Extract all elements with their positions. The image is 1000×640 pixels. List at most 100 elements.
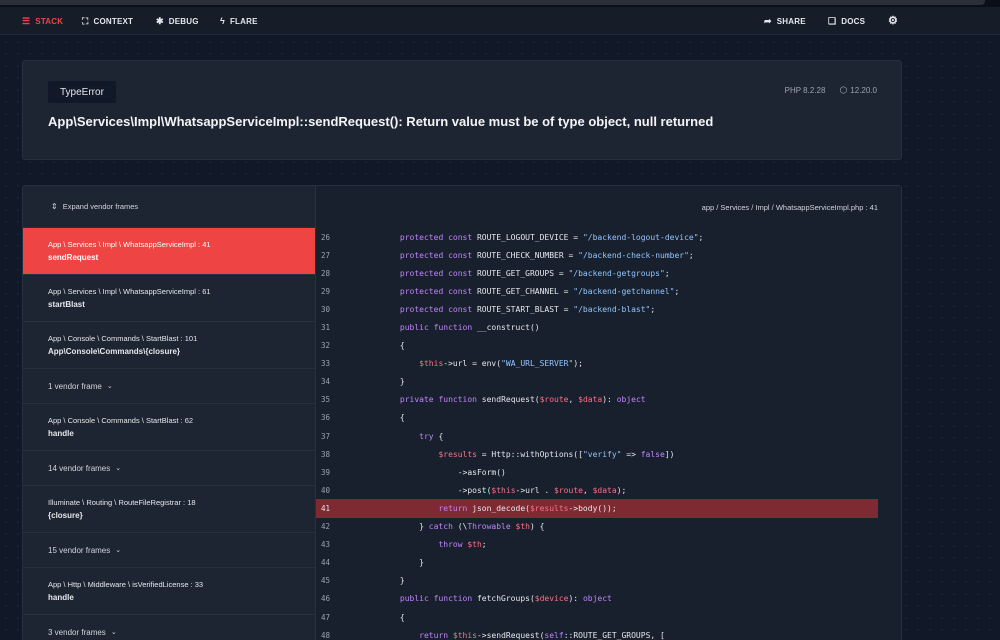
vendor-frames-toggle[interactable]: 3 vendor frames ⌄ [23,615,315,640]
stack-frame[interactable]: Illuminate \ Routing \ RouteFileRegistra… [23,486,315,533]
line-code: protected const ROUTE_GET_GROUPS = "/bac… [371,269,670,278]
code-token: ->body()); [568,503,617,513]
settings-button[interactable]: ⚙ [888,7,898,35]
code-token: private function [399,395,482,405]
book-icon: ❏ [828,15,837,26]
code-token: ROUTE_GET_CHANNEL = [476,286,574,296]
code-token: ; [481,540,487,550]
laravel-version: 12.20.0 [850,86,877,95]
code-token: protected const [399,268,477,278]
frame-path: App \ Http \ Middleware \ isVerifiedLice… [48,580,204,589]
code-token: "verify" [582,449,622,459]
code-viewer: app / Services / Impl / WhatsappServiceI… [316,186,901,640]
line-number: 30 [321,304,331,314]
code-token: false [640,449,665,459]
line-number: 35 [321,395,331,405]
frame-function: {closure} [48,511,83,520]
line-number: 41 [321,503,331,513]
line-code: protected const ROUTE_LOGOUT_DEVICE = "/… [371,233,703,242]
line-number: 38 [321,449,331,459]
code-token: throw [438,540,468,550]
line-code: public function __construct() [371,323,540,332]
stack-frame[interactable]: App \ Http \ Middleware \ isVerifiedLice… [23,568,315,615]
code-token: protected const [399,250,477,260]
code-token: json_decode( [472,503,530,513]
line-number: 36 [321,413,331,423]
vendor-frames-toggle[interactable]: 15 vendor frames ⌄ [23,533,315,568]
nav-share-label: SHARE [776,16,806,26]
expand-vendor-frames-button[interactable]: ⇕ Expand vendor frames [23,186,315,228]
code-token: $this [452,630,477,640]
code-token: , [568,395,579,405]
code-token: sendRequest( [481,395,540,405]
code-token: try [419,431,439,441]
line-code: { [371,341,405,350]
code-token: Throwable [467,522,516,532]
nav-docs[interactable]: ❏ DOCS [828,7,865,35]
vendor-frames-label: 3 vendor frames [48,627,106,637]
code-token: ; [664,268,670,278]
code-token: "/backend-blast" [573,304,651,314]
code-token: = Http::withOptions([ [476,449,583,459]
nav-debug-label: DEBUG [168,16,199,26]
stack-frame[interactable]: App \ Console \ Commands \ StartBlast : … [23,322,315,369]
line-code: $this->url = env("WA_URL_SERVER"); [371,359,583,368]
line-number: 45 [321,576,331,586]
bug-icon: ✱ [156,15,164,26]
stack-frame[interactable]: App \ Console \ Commands \ StartBlast : … [23,404,315,451]
nav-context[interactable]: ⛶ CONTEXT [82,7,133,35]
nav-debug[interactable]: ✱ DEBUG [156,7,199,35]
nav-context-label: CONTEXT [93,16,134,26]
frame-function: App\Console\Commands\{closure} [48,347,181,356]
code-token: $th [515,522,530,532]
code-line: 31 public function __construct() [316,318,878,336]
frame-path: Illuminate \ Routing \ RouteFileRegistra… [48,498,196,507]
code-token: protected const [399,286,477,296]
code-line: 41 return json_decode($results->body()); [316,499,878,518]
line-code: } [371,576,405,585]
line-code: protected const ROUTE_CHECK_NUMBER = "/b… [371,251,694,260]
code-token: public function [399,323,477,333]
code-token: $results [529,503,569,513]
nav-stack[interactable]: ☰ STACK [22,7,63,35]
vendor-frames-toggle[interactable]: 1 vendor frame ⌄ [23,369,315,404]
line-number: 32 [321,341,331,351]
code-token: { [438,431,444,441]
code-token: ROUTE_START_BLAST = [476,304,574,314]
code-line: 35 private function sendRequest($route, … [316,391,878,409]
code-token: ->sendRequest( [476,630,545,640]
chevron-down-icon: ⌄ [106,382,113,390]
code-token: { [371,341,405,351]
chevron-down-icon: ⌄ [110,628,117,636]
code-token: object [582,594,612,604]
code-token: $data [592,485,617,495]
stack-frame[interactable]: App \ Services \ Impl \ WhatsappServiceI… [23,228,315,275]
code-token: } [371,522,429,532]
code-line: 48 return $this->sendRequest(self::ROUTE… [316,626,878,640]
code-token: (\ [457,522,468,532]
line-number: 39 [321,467,331,477]
code-token: ; [650,304,656,314]
code-token: => [621,449,641,459]
code-token: return [438,503,473,513]
line-code: public function fetchGroups($device): ob… [371,594,612,603]
code-line: 32 { [316,337,878,355]
frames-list: ⇕ Expand vendor frames App \ Services \ … [23,186,316,640]
code-line: 46 public function fetchGroups($device):… [316,590,878,608]
stack-frame[interactable]: App \ Services \ Impl \ WhatsappServiceI… [23,275,315,322]
window-scroll-bar [0,0,985,5]
nav-share[interactable]: ➦ SHARE [764,7,806,35]
nav-flare[interactable]: ϟ FLARE [220,7,258,35]
code-token: object [616,395,646,405]
code-token: ->post( [371,485,492,495]
vendor-frames-toggle[interactable]: 14 vendor frames ⌄ [23,451,315,486]
code-token: { [371,612,405,622]
code-token: ; [674,286,680,296]
code-token: ; [688,250,694,260]
code-token: ->url = env( [443,359,502,369]
